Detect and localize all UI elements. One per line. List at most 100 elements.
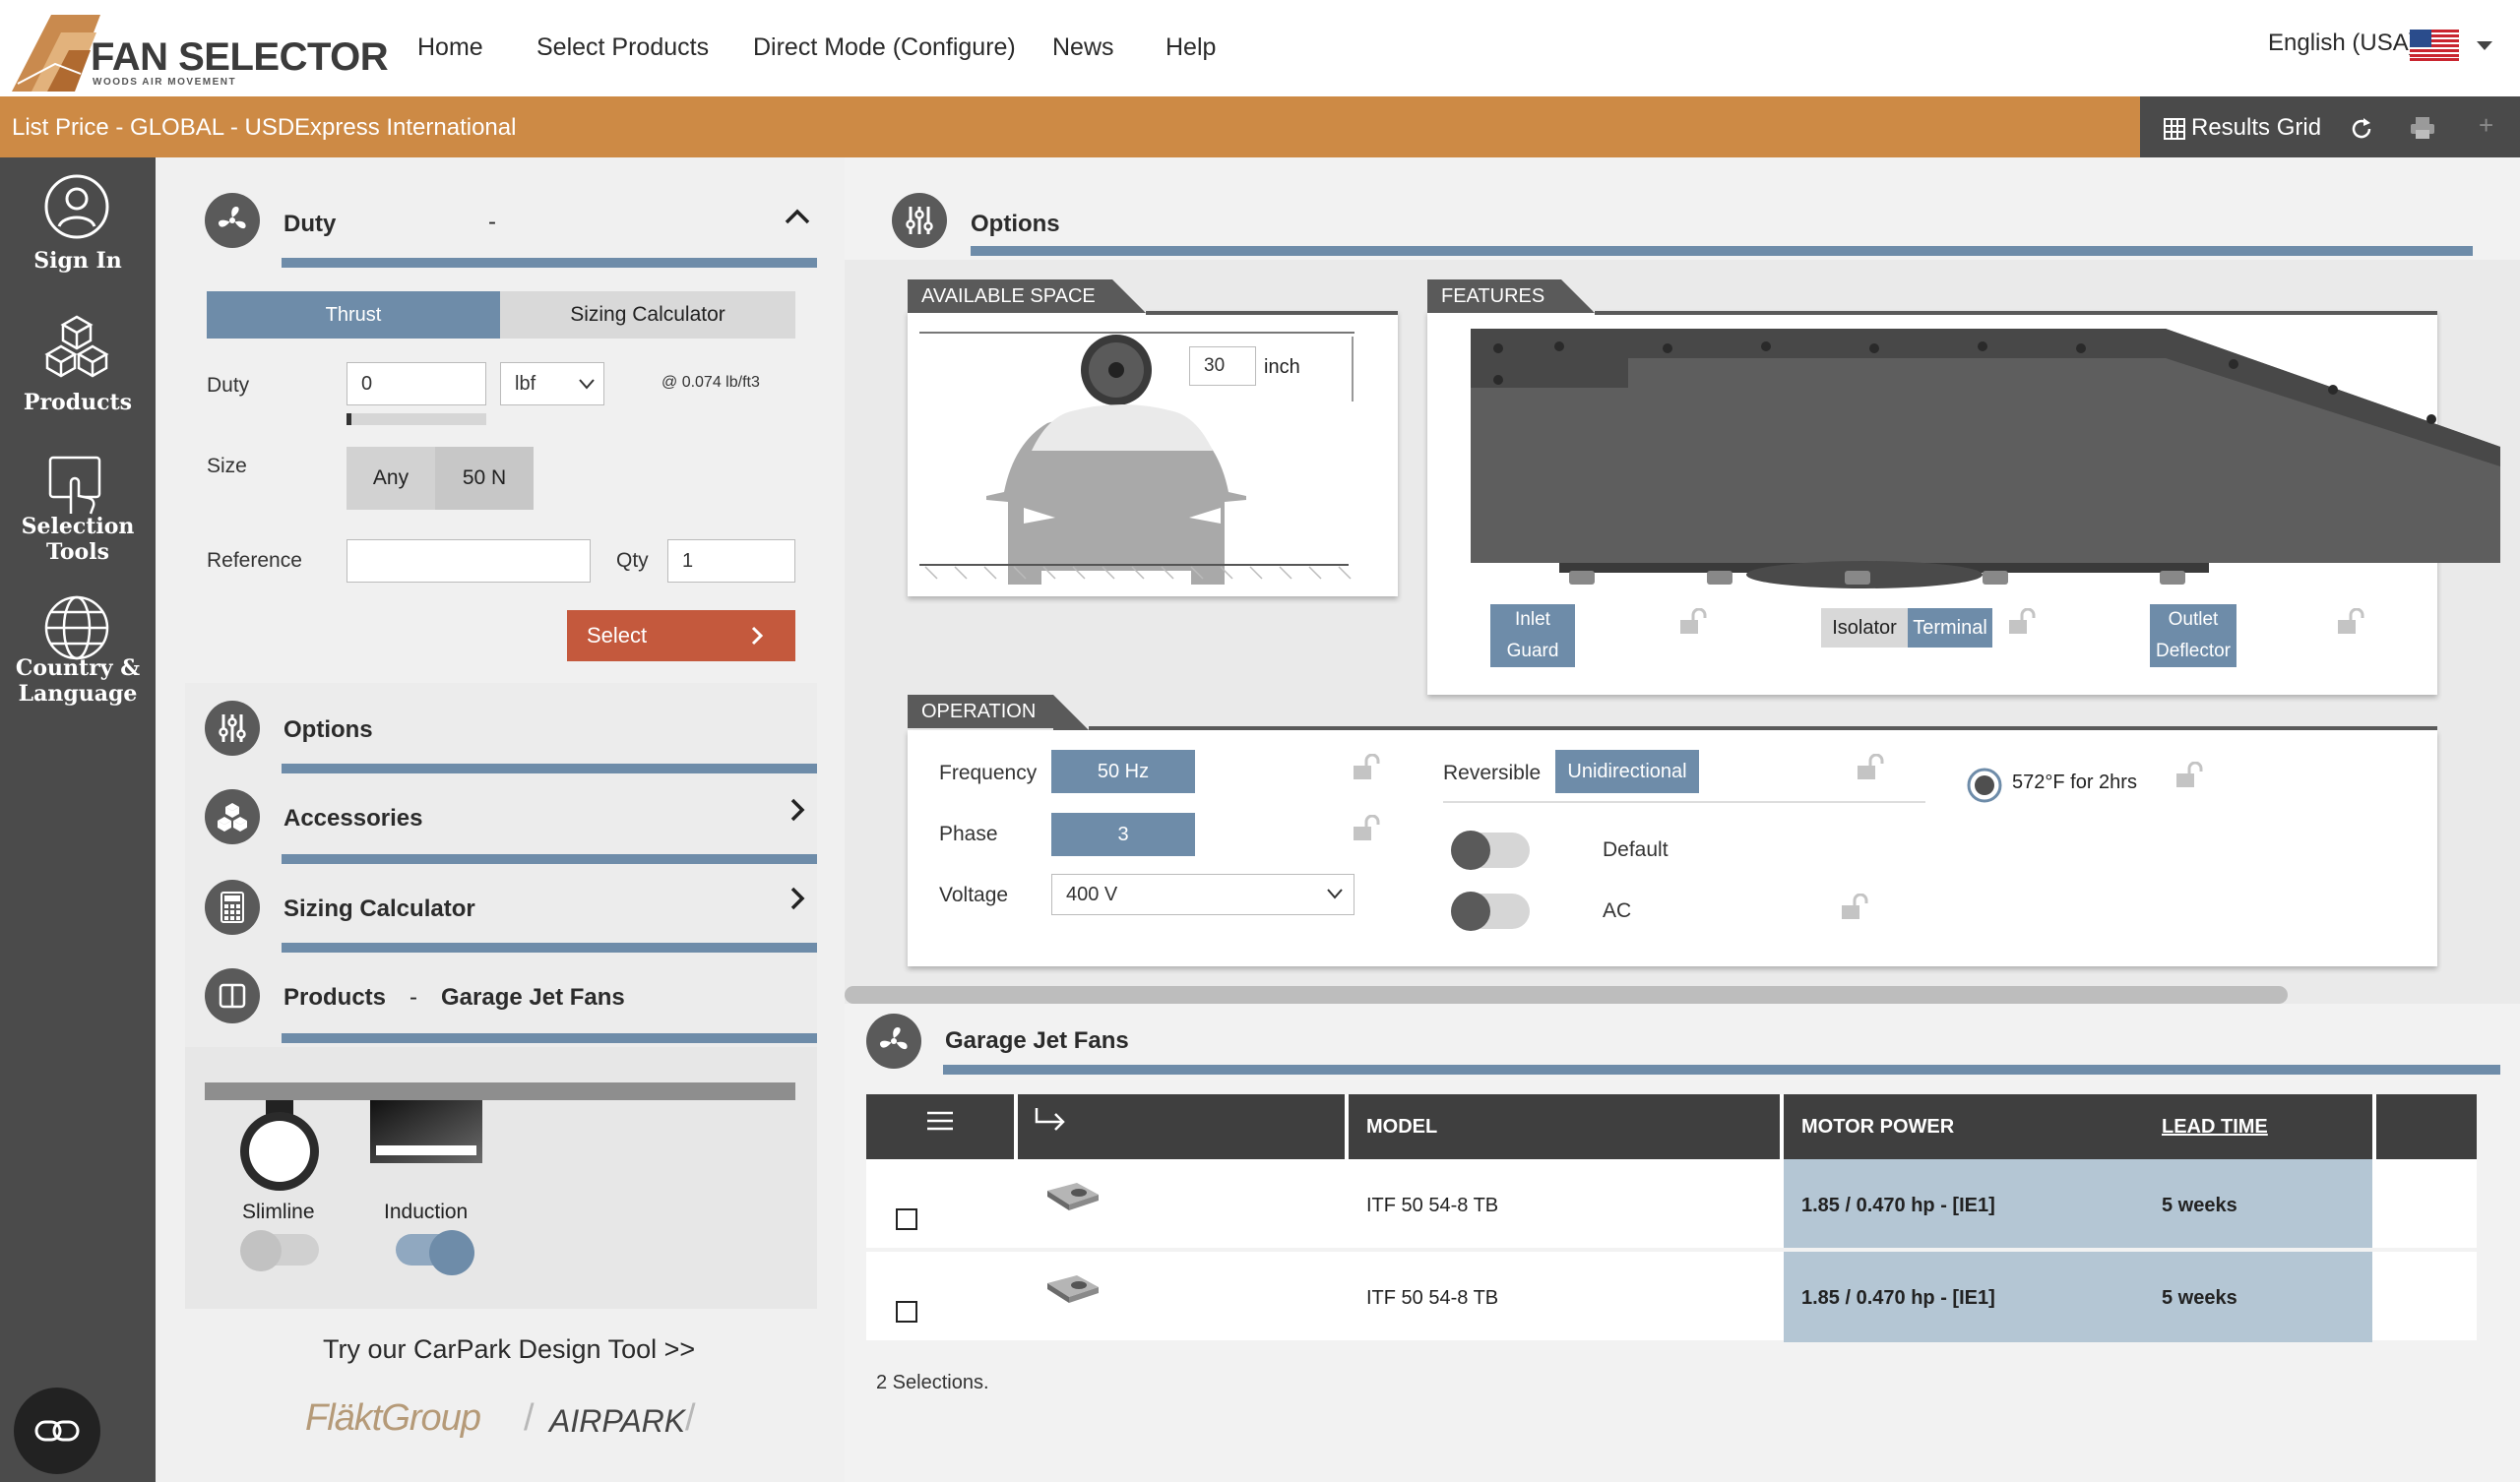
chevron-down-icon[interactable]: [2477, 41, 2492, 50]
nav-select-products[interactable]: Select Products: [536, 33, 709, 62]
temperature-radio[interactable]: [1967, 768, 2002, 803]
voltage-select[interactable]: 400 V: [1051, 874, 1354, 915]
nav-home[interactable]: Home: [417, 33, 483, 62]
column-header-motor-power[interactable]: MOTOR POWER: [1801, 1116, 1954, 1139]
jet-fan-side-image: [1471, 329, 2500, 588]
unlock-icon[interactable]: [1353, 815, 1382, 842]
phase-3-button[interactable]: 3: [1051, 813, 1195, 856]
inlet-guard-button[interactable]: Inlet Guard: [1490, 604, 1575, 667]
fan-selector-logo-icon[interactable]: [12, 15, 100, 92]
terminal-button[interactable]: Terminal: [1908, 608, 1992, 648]
duty-slider-handle[interactable]: [346, 413, 351, 425]
tab-sizing-calculator[interactable]: Sizing Calculator: [500, 291, 795, 339]
phase-label: Phase: [939, 823, 998, 845]
chevron-down-icon[interactable]: [1327, 888, 1343, 899]
chevron-down-icon[interactable]: [579, 378, 595, 390]
accessories-underline: [282, 854, 817, 864]
unlock-icon[interactable]: [1679, 608, 1709, 636]
products-title[interactable]: Products: [284, 984, 386, 1012]
size-any-button[interactable]: Any: [346, 447, 435, 510]
selection-touch-icon[interactable]: [47, 455, 106, 516]
sidebar-selection-tools-line1[interactable]: Selection: [0, 514, 156, 539]
unlock-icon[interactable]: [1841, 894, 1870, 921]
language-selector[interactable]: English (USA): [2268, 30, 2420, 57]
fan-thumbnail-icon[interactable]: [1043, 1177, 1102, 1214]
duty-panel: [185, 157, 817, 683]
options-main-title[interactable]: Options: [971, 211, 1060, 238]
column-header-model[interactable]: MODEL: [1366, 1116, 1437, 1139]
row-checkbox[interactable]: [896, 1301, 917, 1323]
brand-separator-2: /: [685, 1397, 696, 1439]
sidebar-sign-in[interactable]: Sign In: [0, 248, 156, 274]
options-horizontal-scrollbar[interactable]: [845, 986, 2288, 1004]
temperature-rating-label: 572°F for 2hrs: [2012, 772, 2137, 793]
grid-icon[interactable]: [2164, 118, 2185, 140]
nav-direct-mode[interactable]: Direct Mode (Configure): [753, 33, 1016, 62]
induction-fan-image[interactable]: [370, 1100, 482, 1163]
available-space-tag: AVAILABLE SPACE: [908, 279, 1112, 313]
duty-title[interactable]: Duty: [284, 211, 336, 238]
chevron-right-icon[interactable]: [789, 797, 805, 823]
size-50n-button[interactable]: 50 N: [435, 447, 534, 510]
unlock-icon[interactable]: [2008, 608, 2038, 636]
isolator-button[interactable]: Isolator: [1821, 608, 1908, 648]
user-circle-icon[interactable]: [43, 173, 110, 240]
row-model: ITF 50 54-8 TB: [1366, 1195, 1499, 1216]
accessories-title[interactable]: Accessories: [284, 805, 422, 833]
frequency-50hz-button[interactable]: 50 Hz: [1051, 750, 1195, 793]
return-arrow-icon[interactable]: [1034, 1106, 1067, 1134]
clearance-unit: inch: [1264, 356, 1300, 378]
row-lead-time: 5 weeks: [2162, 1287, 2237, 1309]
unlock-icon[interactable]: [1857, 754, 1886, 781]
nav-news[interactable]: News: [1052, 33, 1114, 62]
sidebar-country-line1[interactable]: Country &: [0, 655, 156, 681]
tag-corner: [1053, 695, 1089, 730]
print-icon[interactable]: [2410, 116, 2435, 140]
slimline-toggle-knob[interactable]: [240, 1230, 282, 1271]
duty-input[interactable]: 0: [346, 362, 486, 405]
tab-thrust[interactable]: Thrust: [207, 291, 500, 339]
qty-input[interactable]: 1: [667, 539, 795, 583]
globe-icon[interactable]: [43, 594, 110, 661]
carpark-tool-link[interactable]: Try our CarPark Design Tool >>: [323, 1334, 695, 1365]
col-divider: [2372, 1094, 2376, 1159]
unlock-icon[interactable]: [1353, 754, 1382, 781]
sizing-calculator-title[interactable]: Sizing Calculator: [284, 895, 475, 923]
outlet-deflector-button[interactable]: Outlet Deflector: [2150, 604, 2236, 667]
unidirectional-button[interactable]: Unidirectional: [1555, 750, 1699, 793]
fan-thumbnail-icon[interactable]: [1043, 1269, 1102, 1307]
induction-toggle-knob[interactable]: [429, 1230, 474, 1275]
menu-icon[interactable]: [925, 1110, 955, 1132]
slimline-label: Slimline: [242, 1201, 315, 1223]
clearance-input[interactable]: 30: [1189, 346, 1256, 386]
default-toggle-knob[interactable]: [1451, 831, 1490, 870]
products-selected-family[interactable]: Garage Jet Fans: [441, 984, 625, 1012]
voltage-label: Voltage: [939, 884, 1009, 906]
cubes-icon[interactable]: [43, 313, 110, 380]
column-header-lead-time[interactable]: LEAD TIME: [2162, 1116, 2268, 1139]
sidebar-products[interactable]: Products: [0, 390, 156, 415]
add-icon[interactable]: +: [2479, 110, 2493, 141]
sidebar-selection-tools-line2[interactable]: Tools: [0, 539, 156, 565]
ac-toggle-knob[interactable]: [1451, 892, 1490, 931]
refresh-icon[interactable]: [2349, 116, 2374, 142]
region-label[interactable]: Express International: [294, 114, 516, 142]
duty-slider-track[interactable]: [346, 413, 486, 425]
sidebar-country-line2[interactable]: Language: [0, 681, 156, 707]
row-checkbox[interactable]: [896, 1208, 917, 1230]
row-model: ITF 50 54-8 TB: [1366, 1287, 1499, 1309]
left-options-title[interactable]: Options: [284, 716, 373, 744]
chevron-up-icon[interactable]: [784, 207, 811, 226]
brand-separator: /: [524, 1397, 535, 1439]
results-grid-button[interactable]: Results Grid: [2191, 114, 2321, 142]
price-list-label[interactable]: List Price - GLOBAL - USD: [12, 114, 294, 142]
slimline-fan-image[interactable]: [232, 1100, 327, 1197]
logo-title[interactable]: FAN SELECTOR: [91, 35, 389, 80]
results-title[interactable]: Garage Jet Fans: [945, 1027, 1129, 1055]
nav-help[interactable]: Help: [1166, 33, 1216, 62]
chevron-right-icon[interactable]: [789, 886, 805, 911]
selections-count: 2 Selections.: [876, 1372, 989, 1393]
unlock-icon[interactable]: [2175, 762, 2205, 789]
reference-input[interactable]: [346, 539, 591, 583]
unlock-icon[interactable]: [2337, 608, 2366, 636]
